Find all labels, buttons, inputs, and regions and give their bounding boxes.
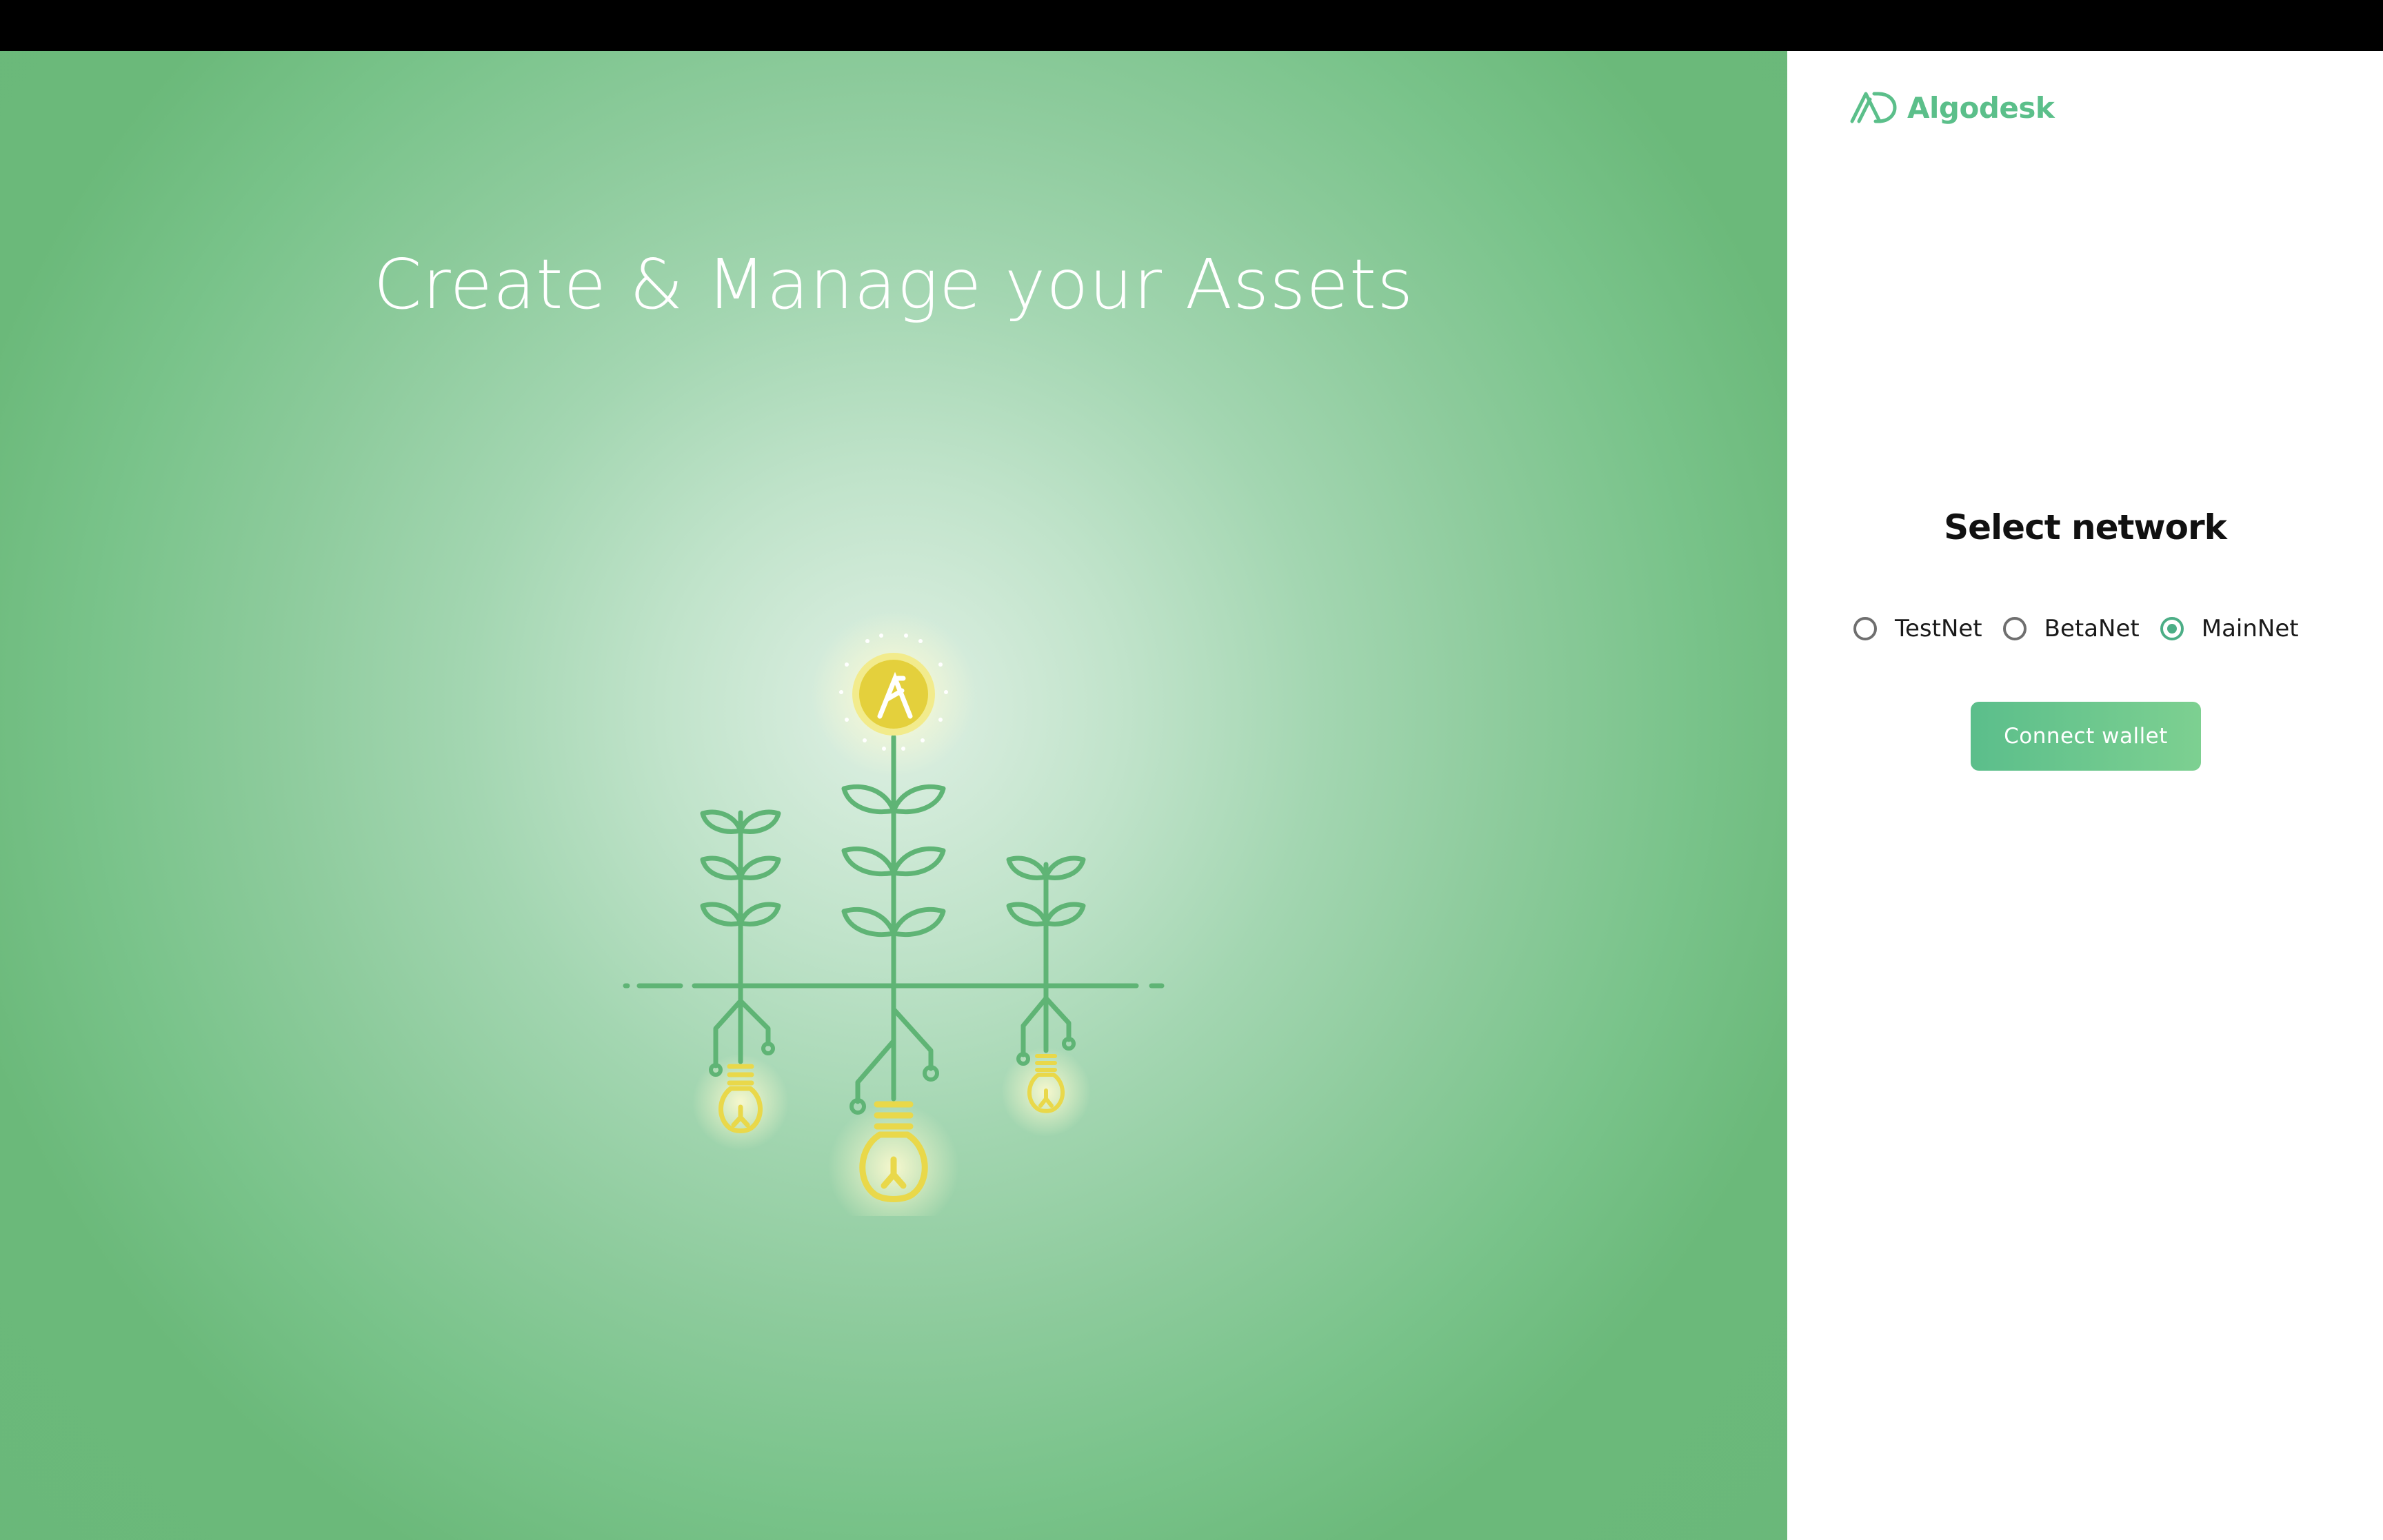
algodesk-logo-icon (1850, 92, 1897, 123)
page: Create & Manage your Assets Algodesk Sel… (0, 0, 2383, 1540)
connect-wallet-button[interactable]: Connect wallet (1971, 702, 2201, 771)
radio-testnet[interactable]: TestNet (1853, 615, 1982, 642)
radio-mainnet-circle[interactable] (2160, 617, 2184, 640)
radio-mainnet-label[interactable]: MainNet (2202, 615, 2299, 642)
brand-name: Algodesk (1907, 90, 2055, 125)
plant-lightbulb-illustration (623, 611, 1165, 1216)
select-network-title: Select network (1944, 507, 2227, 547)
network-panel: Algodesk Select network TestNet BetaNet … (1787, 51, 2383, 1540)
hero-panel: Create & Manage your Assets (0, 51, 1787, 1540)
radio-betanet-circle[interactable] (2002, 617, 2027, 640)
hero-title: Create & Manage your Assets (373, 244, 1414, 325)
plant-stems (738, 734, 1049, 989)
algorand-coin-icon (852, 653, 935, 736)
radio-testnet-label[interactable]: TestNet (1895, 615, 1982, 642)
network-radio-group: TestNet BetaNet MainNet (1853, 615, 2320, 642)
top-bar (0, 0, 2383, 51)
radio-mainnet[interactable]: MainNet (2160, 615, 2299, 642)
brand[interactable]: Algodesk (1849, 90, 2055, 125)
radio-betanet[interactable]: BetaNet (2002, 615, 2140, 642)
radio-betanet-label[interactable]: BetaNet (2044, 615, 2140, 642)
radio-testnet-circle[interactable] (1853, 617, 1877, 640)
